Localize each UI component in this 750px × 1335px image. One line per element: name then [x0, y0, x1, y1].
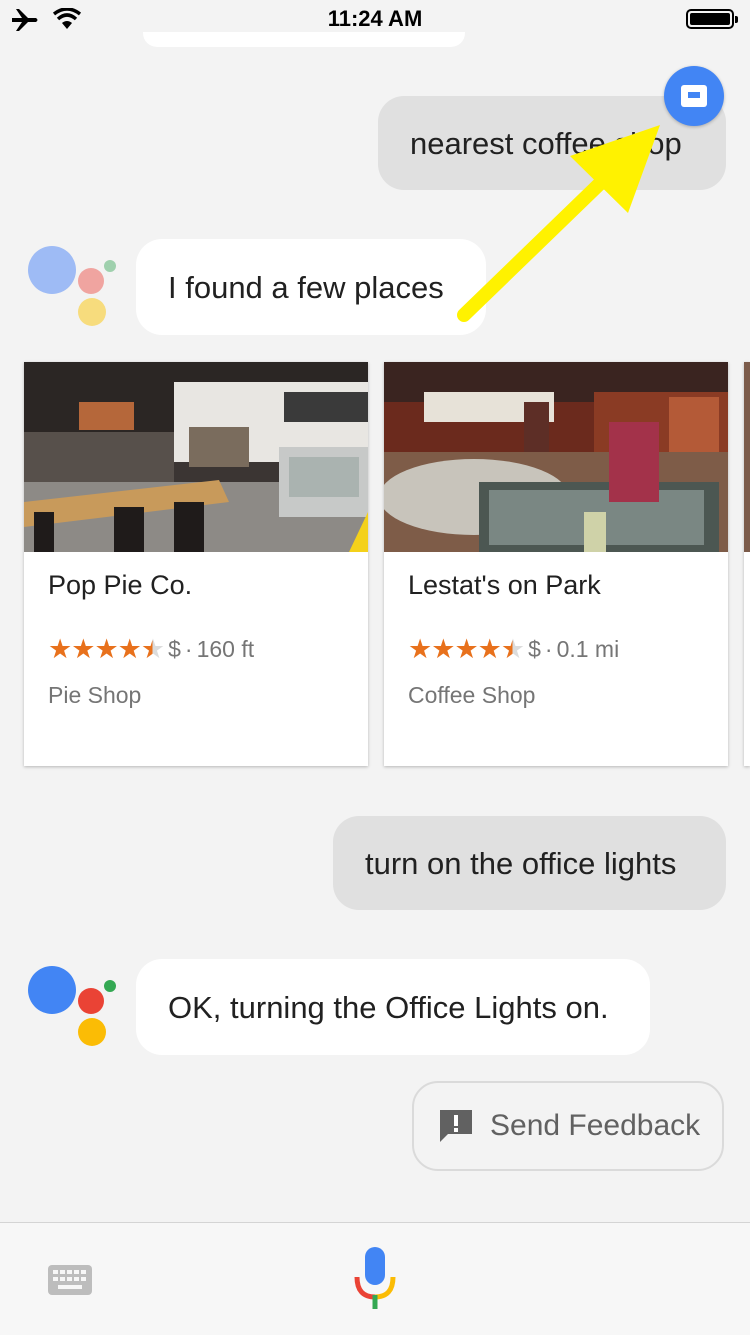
- keyboard-icon[interactable]: [48, 1265, 92, 1295]
- star-rating: ★ ★ ★ ★ ★: [48, 633, 165, 664]
- place-category: Coffee Shop: [408, 682, 536, 708]
- send-feedback-label: Send Feedback: [490, 1109, 701, 1142]
- assistant-logo-icon: [26, 962, 116, 1052]
- place-card-partial[interactable]: [744, 362, 750, 766]
- place-card[interactable]: Lestat's on Park ★ ★ ★ ★ ★ $ · 0.1 mi Coffee…: [384, 362, 728, 766]
- bottom-input-bar: [0, 1222, 750, 1335]
- place-rating-row: ★ ★ ★ ★ ★ $ · 160 ft: [48, 633, 255, 664]
- assistant-logo-icon: [26, 242, 116, 332]
- place-category: Pie Shop: [48, 682, 142, 708]
- assistant-response-bubble: OK, turning the Office Lights on.: [136, 959, 650, 1055]
- user-query-bubble[interactable]: turn on the office lights: [333, 816, 726, 910]
- assistant-response-bubble: I found a few places: [136, 239, 486, 335]
- place-card[interactable]: Pop Pie Co. ★ ★ ★ ★ ★ $ · 160 ft Pie Shop: [24, 362, 368, 766]
- place-rating-row: ★ ★ ★ ★ ★ $ · 0.1 mi: [408, 633, 620, 664]
- microphone-icon[interactable]: [353, 1247, 397, 1311]
- place-price: $: [168, 635, 181, 662]
- star-rating: ★ ★ ★ ★ ★: [408, 633, 525, 664]
- place-price: $: [528, 635, 541, 662]
- place-distance: 160 ft: [196, 635, 255, 662]
- place-name: Pop Pie Co.: [48, 570, 193, 600]
- user-query-text: turn on the office lights: [365, 846, 677, 881]
- place-photo: [384, 362, 728, 552]
- assistant-response-text: I found a few places: [168, 270, 444, 305]
- status-time: 11:24 AM: [327, 6, 423, 31]
- place-name: Lestat's on Park: [408, 570, 601, 600]
- input-bubble-button[interactable]: [664, 66, 724, 126]
- assistant-response-text: OK, turning the Office Lights on.: [168, 990, 609, 1025]
- user-query-text: nearest coffee shop: [410, 126, 682, 161]
- battery-icon: [686, 9, 738, 29]
- previous-card-edge: [143, 32, 465, 47]
- keyboard-input-icon: [681, 85, 707, 107]
- feedback-icon: [440, 1110, 472, 1142]
- send-feedback-button[interactable]: Send Feedback: [412, 1081, 724, 1171]
- place-photo: [24, 362, 368, 552]
- place-distance: 0.1 mi: [556, 635, 620, 662]
